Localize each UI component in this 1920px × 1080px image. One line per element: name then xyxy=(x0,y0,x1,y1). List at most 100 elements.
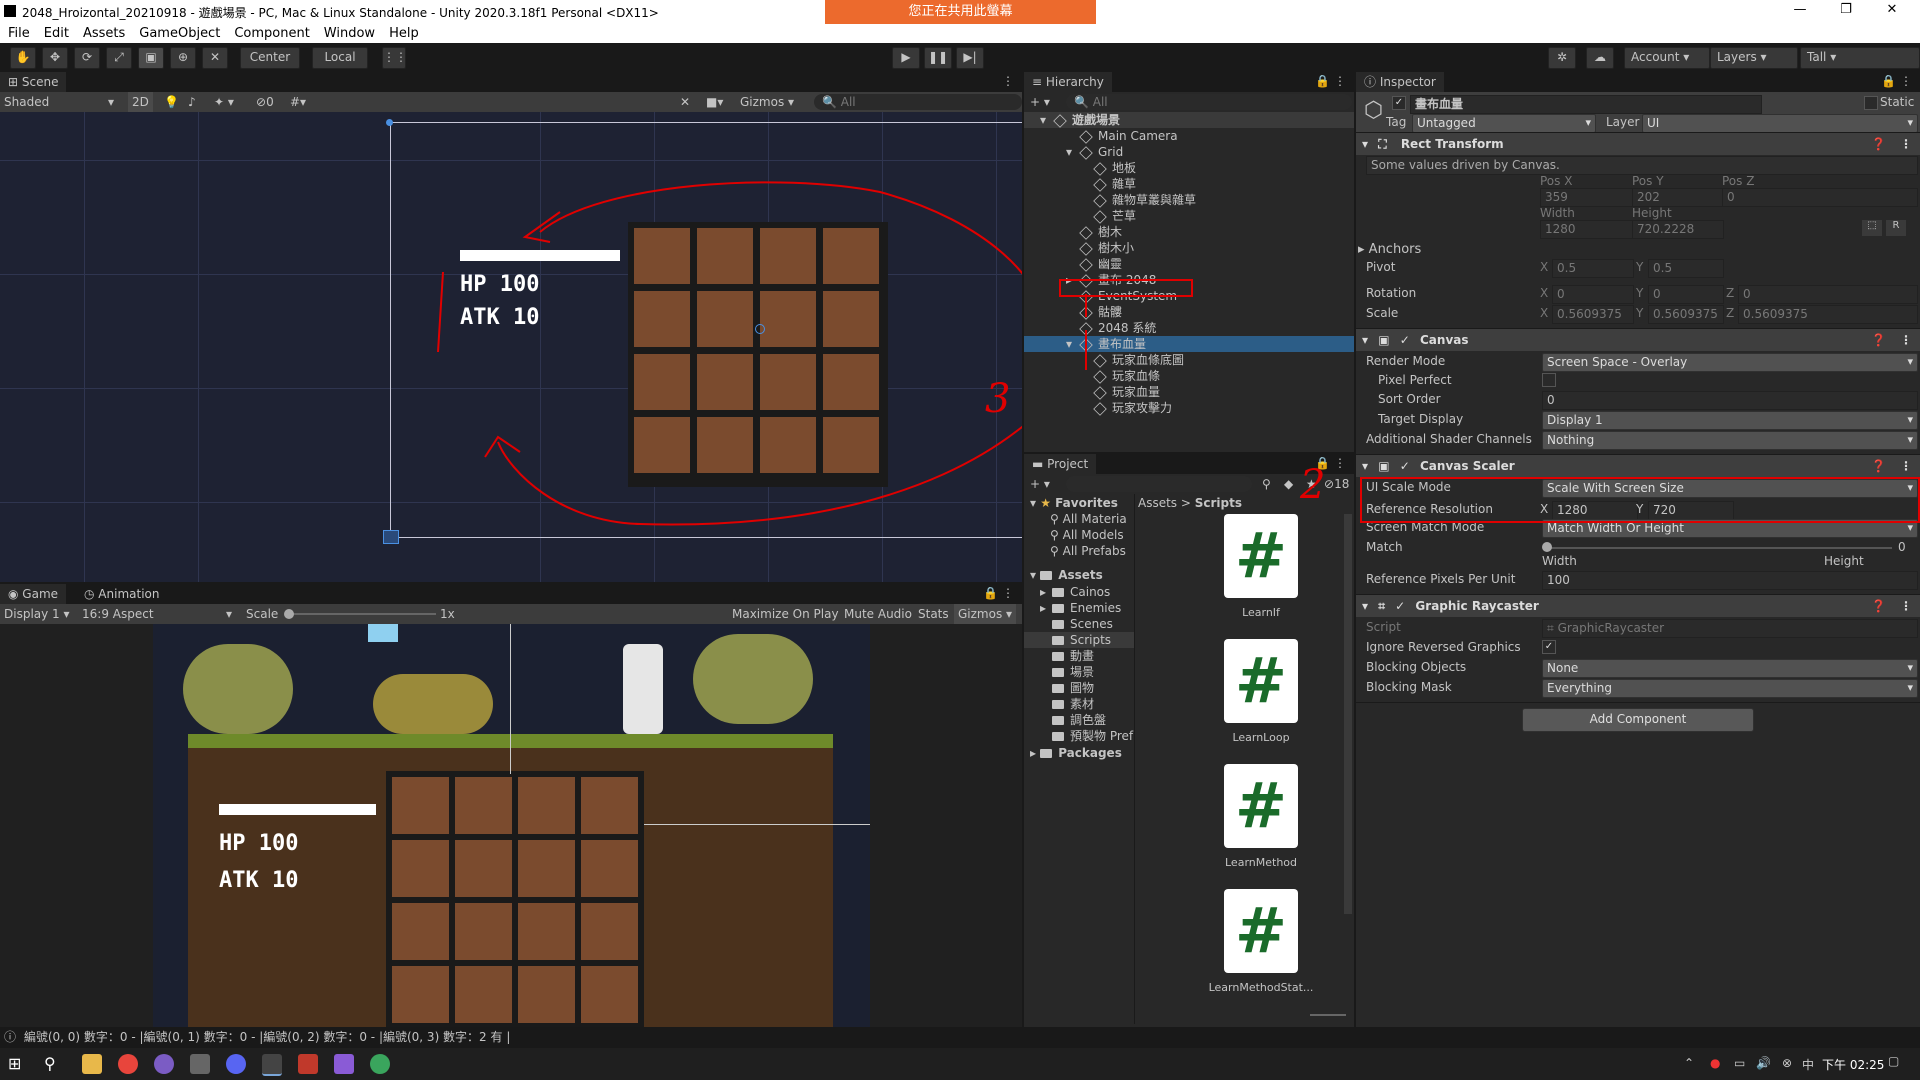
active-checkbox[interactable]: ✓ xyxy=(1392,96,1406,110)
github-desktop-icon[interactable] xyxy=(154,1054,174,1074)
ppu-field[interactable]: 100 xyxy=(1542,571,1918,590)
file-explorer-icon[interactable] xyxy=(82,1054,102,1074)
recorder-icon[interactable] xyxy=(298,1054,318,1074)
game-viewport[interactable]: HP 100 ATK 10 xyxy=(0,624,1022,1027)
breadcrumb-assets[interactable]: Assets xyxy=(1138,496,1177,510)
favorites-header[interactable]: ▾ ★ Favorites xyxy=(1030,496,1118,510)
help-icon[interactable]: ❓ xyxy=(1871,455,1886,477)
match-slider-thumb[interactable] xyxy=(1542,542,1552,552)
shader-channels-dropdown[interactable]: Nothing xyxy=(1542,431,1918,450)
pivot-x-field[interactable]: 0.5 xyxy=(1552,259,1634,278)
scene-menu-icon[interactable]: ⋮ xyxy=(1002,74,1014,88)
hand-tool-icon[interactable]: ✋ xyxy=(10,47,36,69)
script-asset[interactable]: # xyxy=(1224,889,1298,973)
rot-x-field[interactable]: 0 xyxy=(1552,285,1634,304)
hidden-packages-count[interactable]: ⊘18 xyxy=(1324,474,1349,494)
canvas-scaler-enabled-checkbox[interactable]: ✓ xyxy=(1400,459,1410,473)
toggle-2d-button[interactable]: 2D xyxy=(128,92,153,112)
game-gizmos-dropdown[interactable]: Gizmos ▾ xyxy=(954,604,1017,624)
tab-scene[interactable]: ⊞ Scene xyxy=(0,72,67,92)
game-menu-icon[interactable]: ⋮ xyxy=(1002,586,1014,600)
rot-z-field[interactable]: 0 xyxy=(1738,285,1918,304)
tab-inspector[interactable]: ⓘ Inspector xyxy=(1356,72,1444,92)
tray-chevron-icon[interactable]: ⌃ xyxy=(1684,1056,1694,1070)
posz-field[interactable]: 0 xyxy=(1722,188,1918,207)
asset-folder[interactable]: 調色盤 xyxy=(1024,712,1134,728)
stats-toggle[interactable]: Stats xyxy=(918,604,949,624)
asset-folder[interactable]: 預製物 Pref xyxy=(1024,728,1134,744)
match-slider-track[interactable] xyxy=(1546,547,1892,549)
raycaster-header[interactable]: ▾ ⌗ ✓ Graphic Raycaster ❓ ⋮ xyxy=(1356,594,1920,617)
tab-animation[interactable]: ◷ Animation xyxy=(76,584,168,604)
sort-order-field[interactable]: 0 xyxy=(1542,391,1918,410)
scale-tool-icon[interactable]: ⤢ xyxy=(106,47,132,69)
lighting-icon[interactable]: 💡 xyxy=(164,92,179,112)
menu-edit[interactable]: Edit xyxy=(44,24,69,43)
close-icon[interactable]: ✕ xyxy=(1872,2,1912,22)
asset-folder[interactable]: ▸ Enemies xyxy=(1024,600,1134,616)
space-local-button[interactable]: Local xyxy=(312,47,368,69)
help-icon[interactable]: ❓ xyxy=(1871,133,1886,155)
inspector-menu-icon[interactable]: ⋮ xyxy=(1900,74,1912,88)
hierarchy-search-input[interactable]: 🔍 All xyxy=(1066,94,1352,110)
mute-audio-toggle[interactable]: Mute Audio xyxy=(844,604,912,624)
menu-assets[interactable]: Assets xyxy=(83,24,125,43)
lock-icon[interactable]: 🔒 xyxy=(983,586,998,600)
asset-folder[interactable]: 動畫 xyxy=(1024,648,1134,664)
render-mode-dropdown[interactable]: Screen Space - Overlay xyxy=(1542,353,1918,372)
tray-record-icon[interactable]: ● xyxy=(1710,1056,1720,1070)
scale-slider-thumb[interactable] xyxy=(284,609,294,619)
move-tool-icon[interactable]: ✥ xyxy=(42,47,68,69)
project-menu-icon[interactable]: ⋮ xyxy=(1334,456,1346,470)
rot-y-field[interactable]: 0 xyxy=(1648,285,1724,304)
search-icon[interactable]: ⚲ xyxy=(44,1054,64,1074)
blocking-mask-dropdown[interactable]: Everything xyxy=(1542,679,1918,698)
unity-editor-icon[interactable] xyxy=(262,1054,282,1076)
custom-tool-icon[interactable]: ✕ xyxy=(202,47,228,69)
chrome-alt-icon[interactable] xyxy=(370,1054,390,1074)
menu-file[interactable]: File xyxy=(8,24,30,43)
transform-tool-icon[interactable]: ⊕ xyxy=(170,47,196,69)
packages-header[interactable]: ▸ Packages xyxy=(1030,746,1122,760)
filter-type-icon[interactable]: ⚲ xyxy=(1262,474,1271,494)
breadcrumb-scripts[interactable]: Scripts xyxy=(1195,496,1242,510)
hierarchy-menu-icon[interactable]: ⋮ xyxy=(1334,74,1346,88)
component-menu-icon[interactable]: ⋮ xyxy=(1900,595,1912,617)
rect-tool-icon[interactable]: ▣ xyxy=(138,47,164,69)
visual-studio-icon[interactable] xyxy=(334,1054,354,1074)
cloud-icon[interactable]: ☁ xyxy=(1586,47,1614,69)
component-menu-icon[interactable]: ⋮ xyxy=(1900,329,1912,351)
layer-dropdown[interactable]: UI xyxy=(1642,114,1918,133)
script-asset[interactable]: # xyxy=(1224,514,1298,598)
project-search-input[interactable] xyxy=(1066,476,1252,492)
foldout-arrow-icon[interactable]: ▸ xyxy=(1040,600,1052,616)
camera-icon[interactable]: ■▾ xyxy=(706,92,723,112)
network-icon[interactable]: ▭ xyxy=(1734,1056,1745,1070)
maximize-icon[interactable]: ❐ xyxy=(1826,2,1866,22)
hierarchy-lock-icon[interactable]: 🔒 xyxy=(1315,74,1330,88)
ime-icon[interactable]: 中 xyxy=(1802,1056,1814,1073)
asset-folder[interactable]: 素材 xyxy=(1024,696,1134,712)
collab-icon[interactable]: ✲ xyxy=(1548,47,1576,69)
grid-toggle-icon[interactable]: #▾ xyxy=(290,92,306,112)
display-dropdown[interactable]: Display 1 ▾ xyxy=(4,604,70,624)
help-icon[interactable]: ❓ xyxy=(1871,595,1886,617)
script-asset[interactable]: # xyxy=(1224,639,1298,723)
scene-search-input[interactable]: 🔍 All xyxy=(814,94,1022,110)
maximize-on-play-toggle[interactable]: Maximize On Play xyxy=(732,604,839,624)
favorite-item[interactable]: ⚲ All Materia xyxy=(1050,512,1127,526)
component-menu-icon[interactable]: ⋮ xyxy=(1900,133,1912,155)
script-asset[interactable]: # xyxy=(1224,764,1298,848)
raycaster-enabled-checkbox[interactable]: ✓ xyxy=(1395,599,1405,613)
target-display-dropdown[interactable]: Display 1 xyxy=(1542,411,1918,430)
assets-header[interactable]: ▾ Assets xyxy=(1030,568,1103,582)
tab-game[interactable]: ◉ Game xyxy=(0,584,67,604)
visibility-count[interactable]: ⊘0 xyxy=(256,92,274,112)
pixel-perfect-checkbox[interactable] xyxy=(1542,373,1556,387)
audio-icon[interactable]: ♪ xyxy=(188,92,196,112)
project-create-dropdown[interactable]: + ▾ xyxy=(1030,474,1050,494)
inspector-lock-icon[interactable]: 🔒 xyxy=(1881,74,1896,88)
ignore-reversed-checkbox[interactable]: ✓ xyxy=(1542,640,1556,654)
asset-folder[interactable]: 圖物 xyxy=(1024,680,1134,696)
chrome-icon[interactable] xyxy=(118,1054,138,1074)
